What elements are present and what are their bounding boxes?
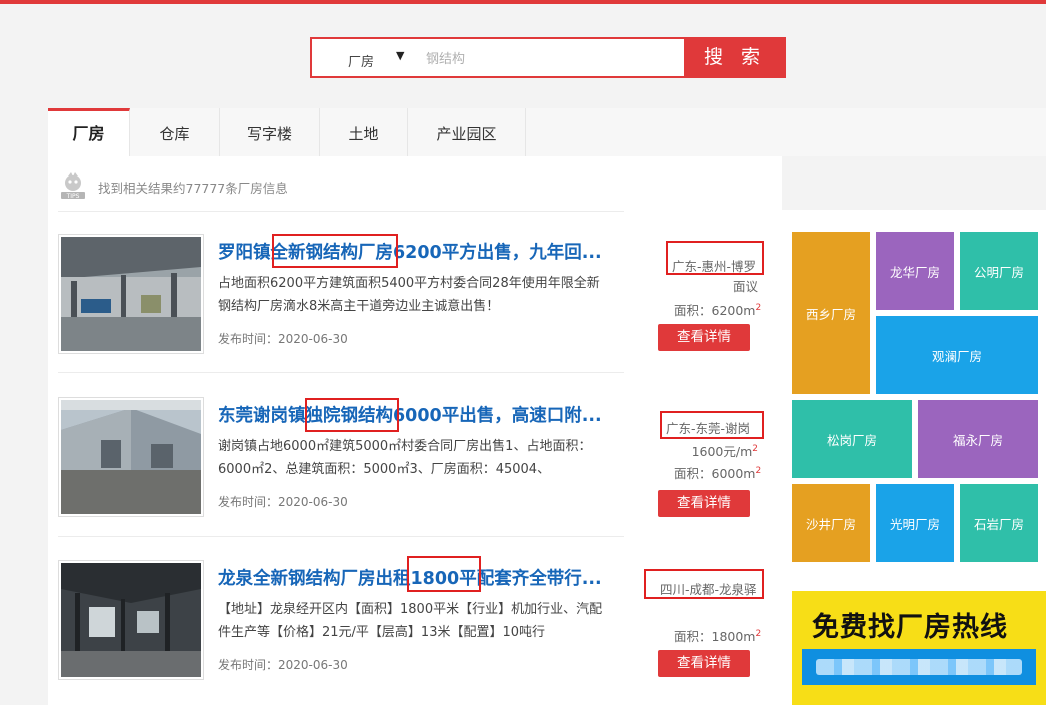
district-tile-xixiang[interactable]: 西乡厂房: [792, 232, 870, 394]
view-details-button[interactable]: 查看详情: [658, 324, 750, 351]
price-unit-superscript: 2: [752, 443, 758, 454]
district-tile-songgang[interactable]: 松岗厂房: [792, 400, 912, 478]
listing-title[interactable]: 东莞谢岗镇独院钢结构6000平出售，高速口附...: [218, 402, 608, 427]
search-button[interactable]: 搜 索: [684, 37, 786, 78]
listing-item: 东莞谢岗镇独院钢结构6000平出售，高速口附... 谢岗镇占地6000㎡建筑50…: [58, 397, 768, 557]
divider: [58, 211, 624, 212]
district-tile-guangming[interactable]: 光明厂房: [876, 484, 954, 562]
highlight-box: [644, 569, 764, 599]
search-box: 厂房 ▼: [310, 37, 686, 78]
district-tile-shajing[interactable]: 沙井厂房: [792, 484, 870, 562]
listing-description: 【地址】龙泉经开区内【面积】1800平米【行业】机加行业、汽配件生产等【价格】2…: [218, 602, 603, 640]
highlight-box: [305, 398, 399, 432]
tab-warehouse[interactable]: 仓库: [130, 108, 220, 156]
listing-area: 面积：6000m2: [674, 463, 761, 482]
listing-price: 面议: [732, 279, 758, 294]
highlight-box: [407, 556, 481, 592]
listing-item: 罗阳镇全新钢结构厂房6200平方出售，九年回... 占地面积6200平方建筑面积…: [58, 234, 768, 394]
listing-area-value: 面积：6000m: [674, 466, 756, 481]
listing-photo[interactable]: [58, 560, 204, 680]
search-bar: 厂房 ▼ 搜 索: [310, 37, 786, 78]
chevron-down-icon[interactable]: ▼: [396, 49, 404, 62]
divider: [58, 372, 624, 373]
listing-area-value: 面积：1800m: [674, 629, 756, 644]
district-tile-fuyong[interactable]: 福永厂房: [918, 400, 1038, 478]
blurred-phone-number: [816, 659, 1022, 675]
listing-description: 谢岗镇占地6000㎡建筑5000㎡村委合同厂房出售1、占地面积：6000㎡2、总…: [218, 439, 592, 477]
category-tabs: 厂房 仓库 写字楼 土地 产业园区: [48, 108, 1046, 156]
top-accent-bar: [0, 0, 1046, 4]
district-tile-gongming[interactable]: 公明厂房: [960, 232, 1038, 310]
highlight-box: [272, 234, 398, 268]
area-unit-superscript: 2: [755, 302, 762, 313]
result-count-text: 找到相关结果约77777条厂房信息: [98, 181, 288, 196]
listing-area: 面积：1800m2: [674, 626, 761, 645]
listing-description: 占地面积6200平方建筑面积5400平方村委合同28年使用年限全新钢结构厂房滴水…: [218, 276, 600, 314]
area-unit-superscript: 2: [755, 465, 762, 476]
listing-date: 发布时间：2020-06-30: [218, 658, 348, 672]
listing-item: 龙泉全新钢结构厂房出租1800平配套齐全带行... 【地址】龙泉经开区内【面积】…: [58, 556, 768, 705]
search-input[interactable]: [426, 50, 666, 68]
listing-photo[interactable]: [58, 234, 204, 354]
tab-office[interactable]: 写字楼: [220, 108, 320, 156]
divider: [58, 536, 624, 537]
hotline-phone-blurred: [802, 649, 1036, 685]
view-details-button[interactable]: 查看详情: [658, 650, 750, 677]
tips-icon-label: TIPS: [66, 193, 80, 200]
tips-icon: TIPS: [58, 170, 88, 200]
district-tile-guanlan[interactable]: 观澜厂房: [876, 316, 1038, 394]
highlight-box: [666, 241, 764, 275]
highlight-box: [660, 411, 764, 439]
district-tile-shiyan[interactable]: 石岩厂房: [960, 484, 1038, 562]
tab-factory[interactable]: 厂房: [48, 108, 130, 156]
listing-price: 1600元/m2: [692, 441, 758, 460]
listing-photo[interactable]: [58, 397, 204, 517]
listing-panel: TIPS 找到相关结果约77777条厂房信息 罗阳镇全新钢结构厂房6200平方出…: [48, 156, 782, 705]
search-type-select[interactable]: 厂房: [348, 51, 374, 70]
listing-date: 发布时间：2020-06-30: [218, 495, 348, 509]
listing-date: 发布时间：2020-06-30: [218, 332, 348, 346]
tab-land[interactable]: 土地: [320, 108, 408, 156]
listing-price-value: 1600元/m: [691, 444, 753, 459]
listing-area: 面积：6200m2: [674, 300, 761, 319]
hotline-banner[interactable]: 免费找厂房热线: [792, 591, 1046, 705]
view-details-button[interactable]: 查看详情: [658, 490, 750, 517]
banner-title: 免费找厂房热线: [812, 612, 1008, 643]
district-tile-longhua[interactable]: 龙华厂房: [876, 232, 954, 310]
area-unit-superscript: 2: [755, 628, 762, 639]
tab-industrial-park[interactable]: 产业园区: [408, 108, 526, 156]
listing-area-value: 面积：6200m: [674, 303, 756, 318]
